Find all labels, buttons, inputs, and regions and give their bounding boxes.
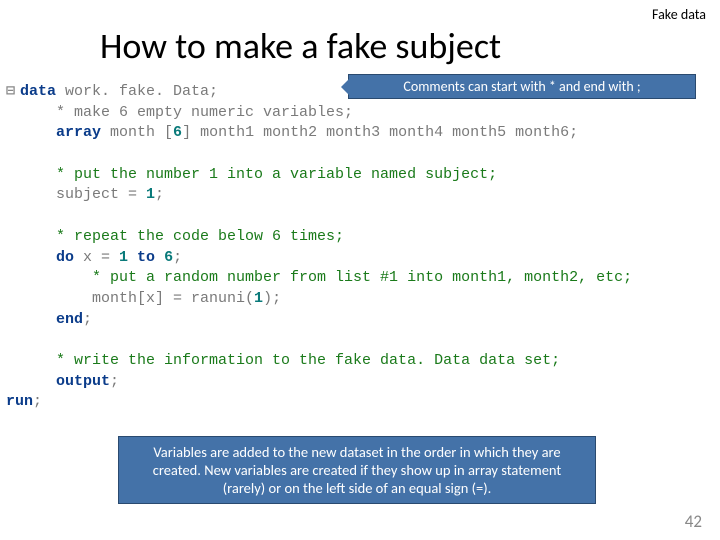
- code-text: month: [101, 124, 164, 141]
- code-number: 1: [146, 186, 155, 203]
- page-title: How to make a fake subject: [100, 24, 501, 68]
- code-text: * make 6 empty numeric variables;: [20, 104, 353, 121]
- code-text: ;: [110, 373, 119, 390]
- callout-variables: Variables are added to the new dataset i…: [118, 436, 596, 504]
- page-number: 42: [685, 511, 702, 532]
- code-text: work. fake. Data;: [56, 83, 218, 100]
- code-number: 6: [173, 124, 182, 141]
- code-text: month1 month2 month3 month4 month5 month…: [191, 124, 578, 141]
- code-keyword: array: [20, 124, 101, 141]
- gutter-icon: ⊟: [6, 82, 20, 103]
- code-keyword: to: [128, 249, 164, 266]
- code-text: subject =: [20, 186, 146, 203]
- code-text: ;: [155, 186, 164, 203]
- code-block: ⊟data work. fake. Data; * make 6 empty n…: [6, 82, 706, 413]
- code-keyword: end: [20, 311, 83, 328]
- code-text: ]: [182, 124, 191, 141]
- code-text: ;: [33, 393, 42, 410]
- code-keyword: do: [20, 249, 74, 266]
- code-number: 6: [164, 249, 173, 266]
- header-label: Fake data: [652, 6, 706, 23]
- code-text: ;: [173, 249, 182, 266]
- code-text: [: [164, 124, 173, 141]
- code-text: month[x] = ranuni(: [20, 290, 254, 307]
- code-comment: * repeat the code below 6 times;: [20, 228, 344, 245]
- code-text: ;: [83, 311, 92, 328]
- code-number: 1: [254, 290, 263, 307]
- code-keyword: data: [20, 83, 56, 100]
- code-keyword: run: [6, 393, 33, 410]
- code-number: 1: [119, 249, 128, 266]
- code-text: );: [263, 290, 281, 307]
- code-comment: * put the number 1 into a variable named…: [20, 166, 497, 183]
- code-comment: * write the information to the fake data…: [20, 352, 560, 369]
- code-comment: * put a random number from list #1 into …: [20, 269, 632, 286]
- code-keyword: output: [20, 373, 110, 390]
- code-text: x =: [74, 249, 119, 266]
